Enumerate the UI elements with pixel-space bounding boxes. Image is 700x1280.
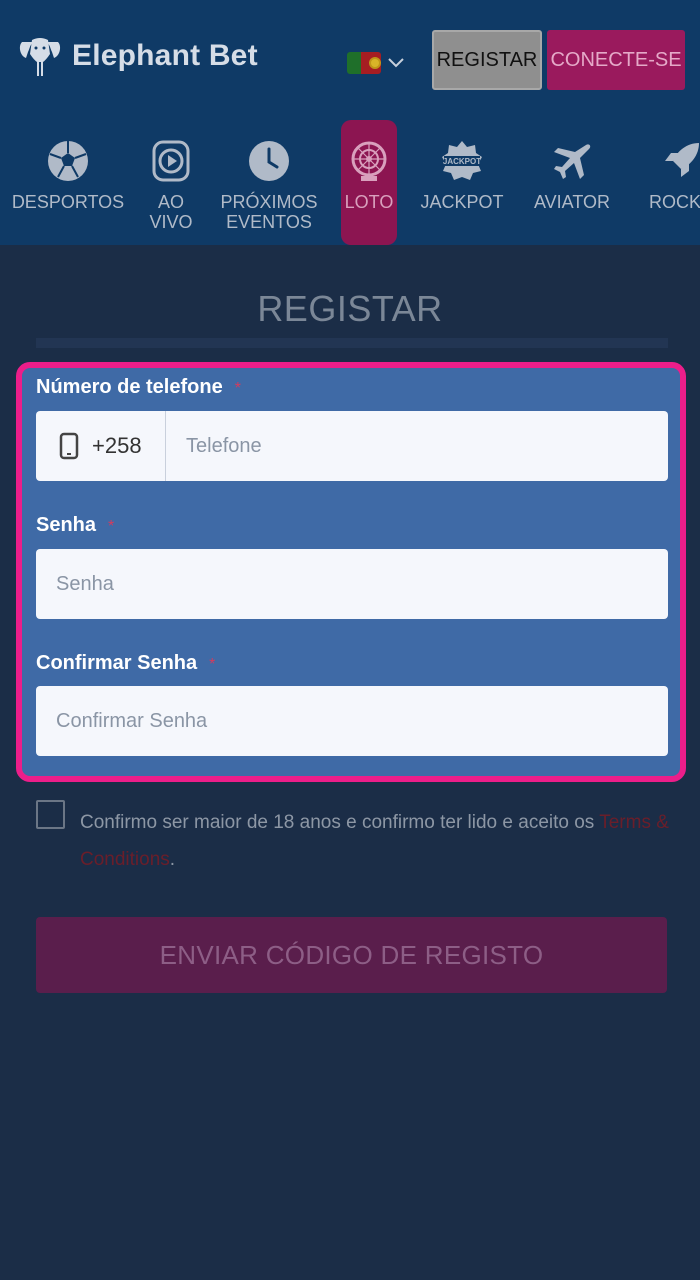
password-label: Senha * <box>36 514 114 537</box>
page-title: REGISTAR <box>257 288 443 329</box>
nav-label: AVIATOR <box>533 192 611 212</box>
password-label-text: Senha <box>36 514 97 536</box>
nav-label: LOTO <box>344 192 394 212</box>
phone-label: Número de telefone * <box>36 376 241 399</box>
confirm-label-text: Confirmar Senha <box>36 652 198 674</box>
login-button[interactable]: CONECTE-SE <box>547 30 685 90</box>
phone-input[interactable] <box>166 411 668 481</box>
country-code: +258 <box>92 433 142 458</box>
nav-label: PRÓXIMOS EVENTOS <box>220 192 318 232</box>
consent-text: Confirmo ser maior de 18 anos e confirmo… <box>80 804 680 878</box>
consent-end: . <box>169 849 176 870</box>
nav-item-proximos-eventos[interactable]: PRÓXIMOS EVENTOS <box>216 120 322 245</box>
nav-label: ROCKE <box>648 192 700 212</box>
airplane-icon <box>549 138 595 184</box>
title-divider <box>36 338 668 348</box>
jackpot-badge-icon: JACKPOT <box>439 138 485 184</box>
send-code-button[interactable]: ENVIAR CÓDIGO DE REGISTO <box>36 917 667 993</box>
brand-logo[interactable]: Elephant Bet <box>16 32 258 80</box>
nav-item-rocket[interactable]: ROCKE <box>636 120 700 245</box>
clock-icon <box>246 138 292 184</box>
live-play-icon <box>148 138 194 184</box>
top-header: Elephant Bet REGISTAR CONECTE-SE <box>0 0 700 120</box>
phone-label-text: Número de telefone <box>36 376 223 398</box>
confirm-password-input[interactable] <box>36 686 668 756</box>
nav-label: AO VIVO <box>149 192 193 232</box>
elephant-logo-icon <box>19 38 61 76</box>
svg-text:JACKPOT: JACKPOT <box>443 157 481 166</box>
phone-icon <box>59 432 79 460</box>
nav-label: JACKPOT <box>420 192 504 212</box>
password-input[interactable] <box>36 549 668 619</box>
confirm-password-label: Confirmar Senha * <box>36 652 215 675</box>
country-code-selector[interactable]: +258 <box>36 411 166 481</box>
register-button[interactable]: REGISTAR <box>432 30 542 90</box>
language-flag-icon[interactable] <box>347 52 381 74</box>
registration-form: Número de telefone * +258 Senha * Confirma… <box>16 362 686 782</box>
soccer-ball-icon <box>45 138 91 184</box>
nav-item-aviator[interactable]: AVIATOR <box>526 120 618 245</box>
required-mark: * <box>209 656 216 673</box>
nav-item-ao-vivo[interactable]: AO VIVO <box>130 120 212 245</box>
age-terms-checkbox[interactable] <box>36 800 65 829</box>
lottery-wheel-icon <box>346 138 392 184</box>
nav-label: DESPORTOS <box>11 192 125 212</box>
consent-sentence: Confirmo ser maior de 18 anos e confirmo… <box>80 812 600 833</box>
chevron-down-icon[interactable] <box>386 52 406 72</box>
nav-item-desportos[interactable]: DESPORTOS <box>8 120 128 245</box>
category-nav: DESPORTOS AO VIVO PRÓXIMOS EVENTOS LOTO … <box>0 120 700 245</box>
nav-item-jackpot[interactable]: JACKPOT JACKPOT <box>412 120 512 245</box>
required-mark: * <box>108 518 115 535</box>
rocket-icon <box>658 138 700 184</box>
required-mark: * <box>234 380 241 397</box>
brand-name: Elephant Bet <box>72 39 258 72</box>
nav-item-loto[interactable]: LOTO <box>341 120 397 245</box>
